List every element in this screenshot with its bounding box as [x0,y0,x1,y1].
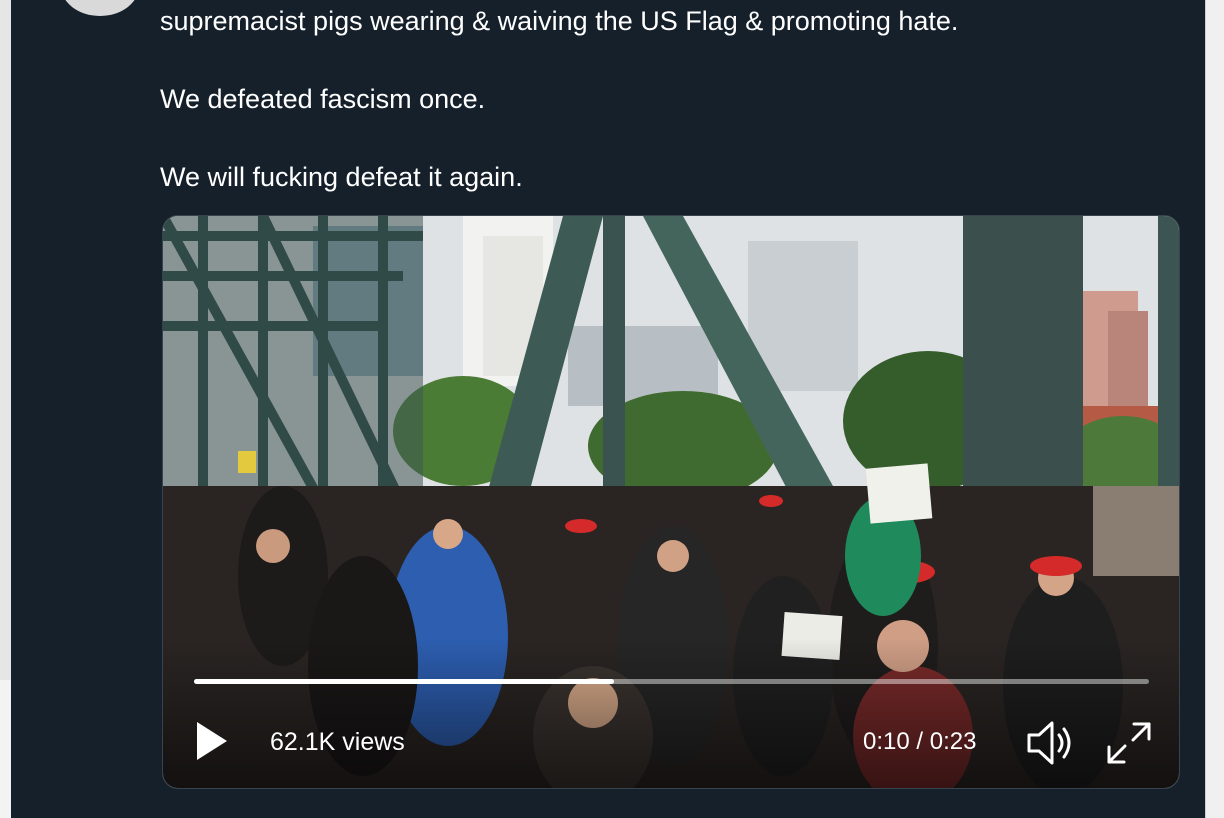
play-button[interactable] [187,716,237,766]
tweet-text-line: supremacist pigs wearing & waiving the U… [160,6,959,36]
views-count: 62.1K views [270,728,405,756]
tweet-text-line: We will fucking defeat it again. [160,162,523,192]
volume-button[interactable] [1021,716,1081,770]
tweet-text-line: We defeated fascism once. [160,84,486,114]
video-player[interactable]: 62.1K views 0:10 / 0:23 [162,215,1180,789]
progress-fill [194,679,615,684]
volume-icon [1027,721,1071,765]
fullscreen-icon [1107,722,1151,764]
window-left-edge-lower [0,680,11,818]
progress-bar[interactable] [194,679,1149,684]
tweet: supremacist pigs wearing & waiving the U… [11,0,1207,818]
play-icon [197,722,227,760]
time-display: 0:10 / 0:23 [863,728,977,755]
avatar[interactable] [61,0,139,16]
fullscreen-button[interactable] [1101,716,1157,770]
window-right-edge [1205,0,1224,818]
